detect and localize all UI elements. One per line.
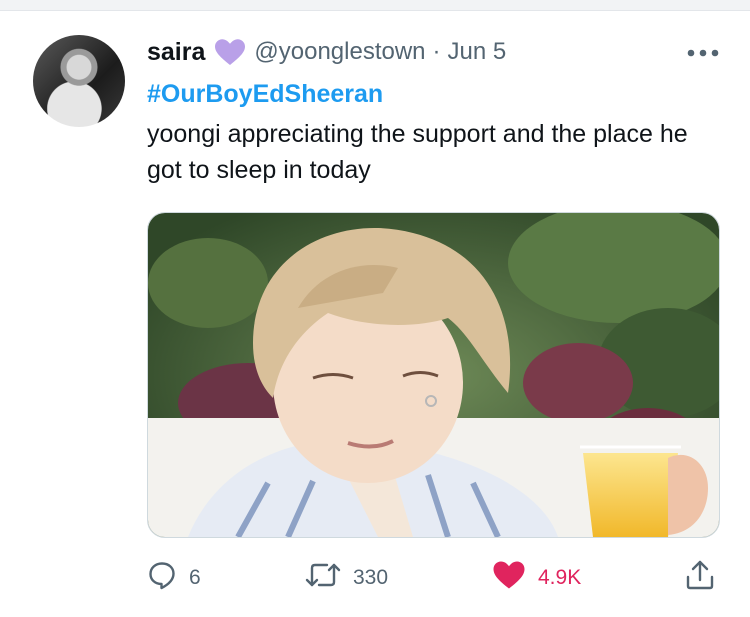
tweet-actions: 6 330 4.9K xyxy=(147,558,722,598)
reply-count: 6 xyxy=(189,566,201,589)
purple-heart-icon xyxy=(214,38,246,66)
author-handle[interactable]: @yoonglestown xyxy=(254,38,425,66)
top-divider xyxy=(0,0,750,11)
reply-button[interactable]: 6 xyxy=(147,558,201,598)
retweet-icon xyxy=(305,561,341,595)
like-count: 4.9K xyxy=(538,566,582,589)
retweet-count: 330 xyxy=(353,566,389,589)
tweet-text: yoongi appreciating the support and the … xyxy=(147,120,688,184)
share-button[interactable] xyxy=(684,558,716,598)
reply-icon xyxy=(147,560,177,596)
tweet-header: saira @yoonglestown · Jun 5 xyxy=(147,34,506,70)
retweet-button[interactable]: 330 xyxy=(305,558,388,598)
tweet-date[interactable]: Jun 5 xyxy=(448,38,507,66)
heart-icon xyxy=(492,560,526,596)
separator-dot: · xyxy=(432,38,441,65)
tweet-photo[interactable] xyxy=(147,212,720,538)
author-name[interactable]: saira xyxy=(147,38,205,67)
like-button[interactable]: 4.9K xyxy=(492,558,581,598)
more-options-icon[interactable] xyxy=(683,40,723,66)
avatar[interactable] xyxy=(33,35,125,127)
share-icon xyxy=(684,559,716,597)
hashtag-link[interactable]: #OurBoyEdSheeran xyxy=(147,80,383,109)
